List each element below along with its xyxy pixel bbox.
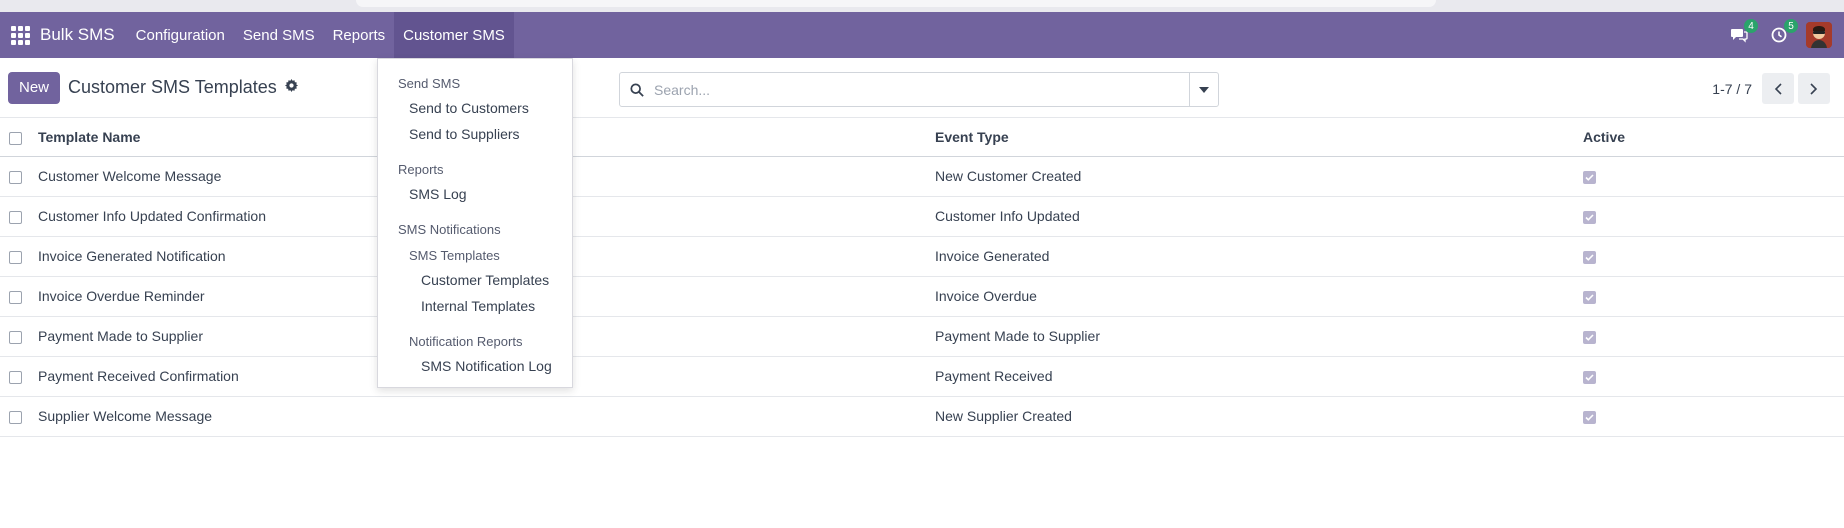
menu-sms-log[interactable]: SMS Log	[378, 181, 572, 207]
chevron-right-icon	[1810, 82, 1818, 95]
row-checkbox[interactable]	[9, 330, 22, 344]
menu-send-to-suppliers[interactable]: Send to Suppliers	[378, 121, 572, 147]
menu-customer-templates[interactable]: Customer Templates	[378, 267, 572, 293]
check-icon	[1585, 294, 1594, 301]
app-brand[interactable]: Bulk SMS	[40, 25, 127, 45]
active-checkbox	[1583, 411, 1596, 424]
row-checkbox[interactable]	[9, 250, 22, 264]
row-template-name[interactable]: Supplier Welcome Message	[38, 396, 935, 436]
select-all-checkbox[interactable]	[9, 131, 22, 145]
check-icon	[1585, 334, 1594, 341]
row-checkbox[interactable]	[9, 170, 22, 184]
table-row[interactable]: Supplier Welcome Message New Supplier Cre…	[0, 396, 1844, 436]
row-select-cell	[0, 156, 38, 196]
row-select-cell	[0, 236, 38, 276]
row-active-cell	[1583, 196, 1844, 236]
messages-icon[interactable]: 4	[1726, 19, 1758, 48]
nav-configuration[interactable]: Configuration	[127, 12, 234, 58]
row-event-type[interactable]: Invoice Generated	[935, 236, 1583, 276]
control-panel: New Customer SMS Templates 1-7 / 7	[0, 58, 1844, 118]
menu-internal-templates[interactable]: Internal Templates	[378, 293, 572, 319]
table-row[interactable]: Customer Welcome Message New Customer Cre…	[0, 156, 1844, 196]
messages-badge: 4	[1744, 19, 1758, 33]
menu-sms-notification-log[interactable]: SMS Notification Log	[378, 353, 572, 379]
row-checkbox[interactable]	[9, 370, 22, 384]
nav-send-sms[interactable]: Send SMS	[234, 12, 324, 58]
active-checkbox	[1583, 331, 1596, 344]
check-icon	[1585, 174, 1594, 181]
pager-value[interactable]: 1-7 / 7	[1712, 81, 1752, 97]
page-title: Customer SMS Templates	[68, 77, 277, 97]
dropdown-section-reports: Reports	[398, 162, 444, 177]
header-active[interactable]: Active	[1583, 118, 1844, 156]
row-select-cell	[0, 196, 38, 236]
check-icon	[1585, 214, 1594, 221]
row-active-cell	[1583, 396, 1844, 436]
pager-next-button[interactable]	[1798, 73, 1830, 104]
table-row[interactable]: Invoice Generated Notification Invoice Ge…	[0, 236, 1844, 276]
activities-badge: 5	[1784, 19, 1798, 33]
dropdown-section-sms-notifications: SMS Notifications	[398, 222, 501, 237]
user-avatar[interactable]	[1806, 22, 1832, 48]
active-checkbox	[1583, 171, 1596, 184]
pager-previous-button[interactable]	[1762, 73, 1794, 104]
row-select-cell	[0, 316, 38, 356]
check-icon	[1585, 374, 1594, 381]
row-active-cell	[1583, 356, 1844, 396]
apps-menu-icon[interactable]	[0, 12, 40, 58]
search-options-toggle[interactable]	[1189, 73, 1218, 106]
chevron-left-icon	[1774, 82, 1782, 95]
row-checkbox[interactable]	[9, 410, 22, 424]
menu-send-to-customers[interactable]: Send to Customers	[378, 95, 572, 121]
caret-down-icon	[1199, 86, 1209, 93]
table-row[interactable]: Customer Info Updated Confirmation Custom…	[0, 196, 1844, 236]
gear-icon[interactable]	[284, 79, 298, 96]
check-icon	[1585, 414, 1594, 421]
row-active-cell	[1583, 276, 1844, 316]
search-input[interactable]	[654, 73, 1189, 106]
dropdown-subsection-notification-reports: Notification Reports	[409, 334, 523, 349]
row-active-cell	[1583, 156, 1844, 196]
select-all-cell	[0, 118, 38, 156]
active-checkbox	[1583, 211, 1596, 224]
row-active-cell	[1583, 316, 1844, 356]
row-select-cell	[0, 396, 38, 436]
active-checkbox	[1583, 291, 1596, 304]
table-row[interactable]: Invoice Overdue Reminder Invoice Overdue	[0, 276, 1844, 316]
dropdown-section-send-sms: Send SMS	[398, 76, 461, 91]
row-event-type[interactable]: Payment Made to Supplier	[935, 316, 1583, 356]
row-select-cell	[0, 356, 38, 396]
row-event-type[interactable]: Payment Received	[935, 356, 1583, 396]
row-event-type[interactable]: Invoice Overdue	[935, 276, 1583, 316]
row-event-type[interactable]: Customer Info Updated	[935, 196, 1583, 236]
search-bar	[619, 72, 1219, 107]
pager: 1-7 / 7	[1712, 73, 1830, 104]
active-checkbox	[1583, 371, 1596, 384]
row-event-type[interactable]: New Supplier Created	[935, 396, 1583, 436]
row-select-cell	[0, 276, 38, 316]
dropdown-subsection-sms-templates: SMS Templates	[409, 248, 500, 263]
row-checkbox[interactable]	[9, 290, 22, 304]
main-navbar: Bulk SMS Configuration Send SMS Reports …	[0, 12, 1844, 58]
activities-clock-icon[interactable]: 5	[1766, 19, 1798, 48]
browser-tab-pill	[356, 0, 1436, 7]
table-row[interactable]: Payment Received Confirmation Payment Rec…	[0, 356, 1844, 396]
templates-table: Template Name Event Type Active Customer…	[0, 118, 1844, 437]
check-icon	[1585, 254, 1594, 261]
table-row[interactable]: Payment Made to Supplier Payment Made to …	[0, 316, 1844, 356]
active-checkbox	[1583, 251, 1596, 264]
new-button[interactable]: New	[8, 71, 61, 104]
browser-top-strip	[0, 0, 1844, 12]
table-header-row: Template Name Event Type Active	[0, 118, 1844, 156]
header-event-type[interactable]: Event Type	[935, 118, 1583, 156]
search-icon	[620, 82, 654, 97]
row-active-cell	[1583, 236, 1844, 276]
nav-reports[interactable]: Reports	[324, 12, 395, 58]
nav-customer-sms[interactable]: Customer SMS	[394, 12, 514, 58]
customer-sms-dropdown: Send SMS Send to Customers Send to Suppl…	[377, 58, 573, 388]
row-event-type[interactable]: New Customer Created	[935, 156, 1583, 196]
row-checkbox[interactable]	[9, 210, 22, 224]
